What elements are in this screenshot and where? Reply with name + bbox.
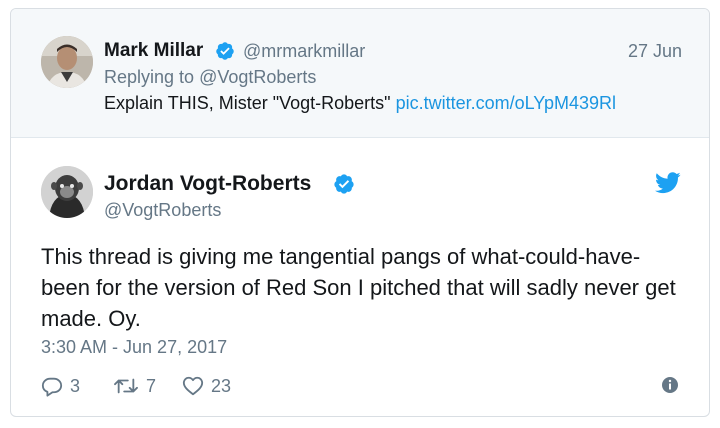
parent-tweet-link[interactable]: pic.twitter.com/oLYpM439Rl [396,93,616,113]
info-icon[interactable] [660,375,680,395]
parent-tweet-date[interactable]: 27 Jun [628,41,682,62]
replying-to-line: Replying to @VogtRoberts [104,67,316,88]
parent-author-name[interactable]: Mark Millar [104,40,203,62]
reply-count: 3 [70,375,81,396]
like-count: 23 [211,375,232,396]
reply-icon [41,377,63,397]
like-button[interactable]: 23 [182,374,231,398]
replying-to-prefix: Replying to [104,67,200,87]
parent-author-handle[interactable]: @mrmarkmillar [243,41,365,62]
verified-badge-icon [216,42,234,60]
verified-badge-icon [334,174,354,194]
parent-tweet[interactable]: Mark Millar @mrmarkmillar 27 Jun Replyin… [11,9,709,138]
retweet-count: 7 [146,375,157,396]
parent-tweet-body: Explain THIS, Mister "Vogt-Roberts" [104,93,396,113]
parent-tweet-text: Explain THIS, Mister "Vogt-Roberts" pic.… [104,93,616,114]
reply-button[interactable]: 3 [41,374,80,398]
tweet-timestamp[interactable]: 3:30 AM - Jun 27, 2017 [41,337,227,358]
retweet-button[interactable]: 7 [113,374,156,398]
tweet-text: This thread is giving me tangential pang… [41,244,676,331]
replying-to-mention[interactable]: @VogtRoberts [199,67,316,87]
twitter-bird-icon[interactable] [655,172,681,194]
author-avatar[interactable] [41,166,93,218]
author-name[interactable]: Jordan Vogt-Roberts [104,172,311,196]
heart-icon [182,376,204,396]
parent-author-avatar[interactable] [41,36,93,88]
author-handle[interactable]: @VogtRoberts [104,200,221,221]
retweet-icon [114,378,138,394]
tweet-embed-card: Mark Millar @mrmarkmillar 27 Jun Replyin… [10,8,710,417]
tweet-actions: 3 7 23 [41,374,681,398]
